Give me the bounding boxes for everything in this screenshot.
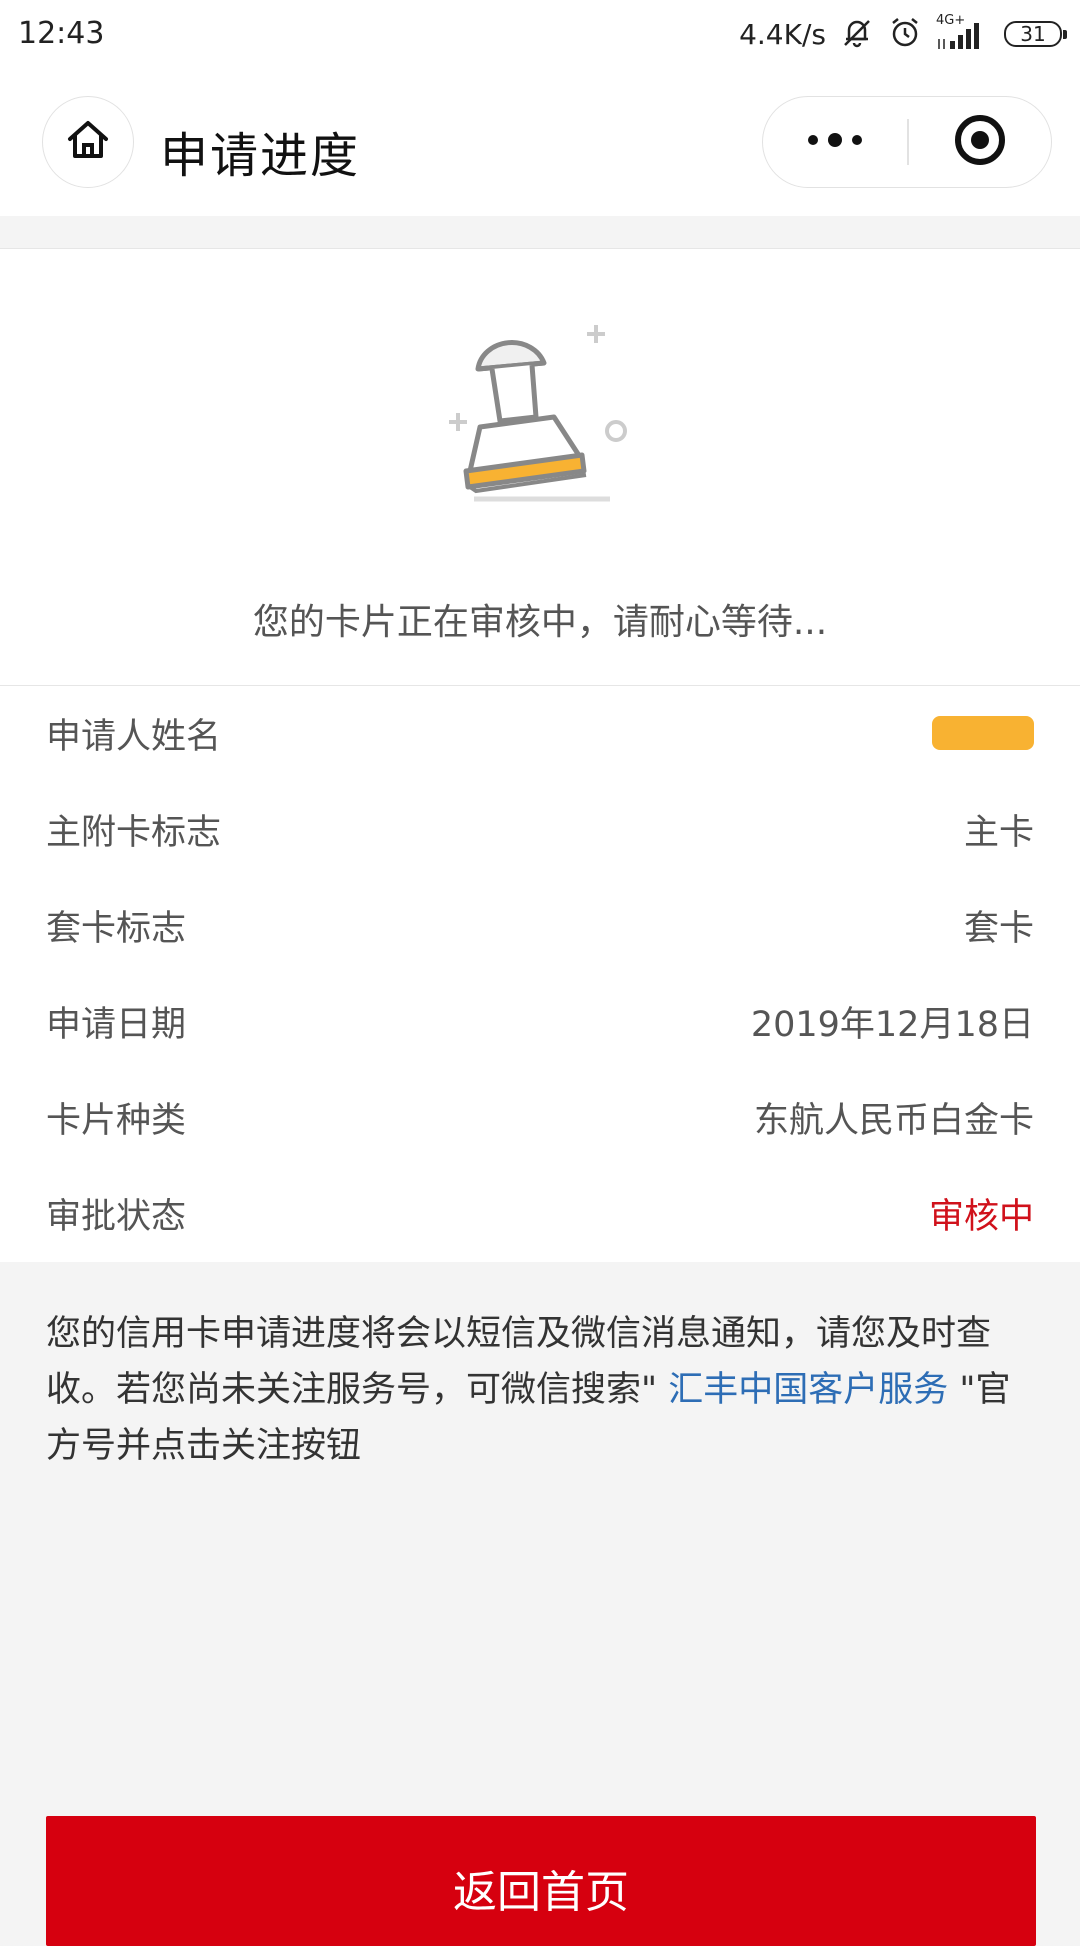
detail-row-card-type-flag: 主附卡标志 主卡 bbox=[0, 782, 1080, 878]
close-circle-icon bbox=[952, 112, 1008, 172]
status-card: 您的卡片正在审核中，请耐心等待... bbox=[0, 248, 1080, 686]
stamp-icon bbox=[430, 311, 650, 511]
page-title: 申请进度 bbox=[160, 128, 361, 184]
network-speed: 4.4K/s bbox=[739, 17, 826, 51]
row-value: 2019年12月18日 bbox=[750, 1005, 1034, 1045]
alarm-clock-icon bbox=[888, 15, 922, 53]
detail-row-application-date: 申请日期 2019年12月18日 bbox=[0, 974, 1080, 1070]
row-label: 申请人姓名 bbox=[46, 717, 222, 757]
detail-row-applicant-name: 申请人姓名 bbox=[0, 686, 1080, 782]
back-to-home-button[interactable]: 返回首页 bbox=[46, 1816, 1036, 1946]
redacted-name bbox=[932, 716, 1034, 750]
row-value: 套卡 bbox=[963, 909, 1034, 949]
more-dots-icon bbox=[805, 132, 865, 152]
detail-row-card-category: 卡片种类 东航人民币白金卡 bbox=[0, 1070, 1080, 1166]
close-button[interactable] bbox=[909, 97, 1051, 186]
row-label: 主附卡标志 bbox=[46, 813, 222, 853]
battery-level: 31 bbox=[1020, 22, 1046, 46]
status-bar: 12:43 4.4K/s 4G+ 31 bbox=[0, 0, 1080, 72]
row-value: 主卡 bbox=[963, 813, 1034, 853]
detail-row-set-card-flag: 套卡标志 套卡 bbox=[0, 878, 1080, 974]
row-value: 东航人民币白金卡 bbox=[753, 1101, 1034, 1141]
battery-icon: 31 bbox=[1004, 21, 1067, 47]
notification-notice: 您的信用卡申请进度将会以短信及微信消息通知，请您及时查收。若您尚未关注服务号，可… bbox=[46, 1306, 1036, 1474]
home-icon bbox=[65, 117, 111, 167]
row-label: 套卡标志 bbox=[46, 909, 187, 949]
signal-icon: 4G+ bbox=[936, 13, 990, 51]
service-account-link[interactable]: 汇丰中国客户服务 bbox=[668, 1370, 948, 1410]
mini-program-capsule bbox=[762, 96, 1052, 188]
mute-bell-icon bbox=[840, 15, 874, 53]
more-button[interactable] bbox=[763, 97, 907, 186]
status-time: 12:43 bbox=[18, 16, 105, 51]
nav-bar: 申请进度 bbox=[0, 72, 1080, 216]
detail-row-approval-status: 审批状态 审核中 bbox=[0, 1166, 1080, 1262]
application-details: 申请人姓名 主附卡标志 主卡 套卡标志 套卡 申请日期 2019年12月18日 … bbox=[0, 686, 1080, 1262]
row-label: 卡片种类 bbox=[46, 1101, 187, 1141]
status-icons: 4.4K/s 4G+ 31 bbox=[739, 13, 1067, 54]
status-message: 您的卡片正在审核中，请耐心等待... bbox=[252, 602, 828, 643]
row-label: 审批状态 bbox=[46, 1197, 187, 1237]
row-label: 申请日期 bbox=[46, 1005, 187, 1045]
back-to-home-label: 返回首页 bbox=[453, 1867, 629, 1918]
home-button[interactable] bbox=[42, 96, 134, 188]
status-badge: 审核中 bbox=[928, 1197, 1034, 1237]
